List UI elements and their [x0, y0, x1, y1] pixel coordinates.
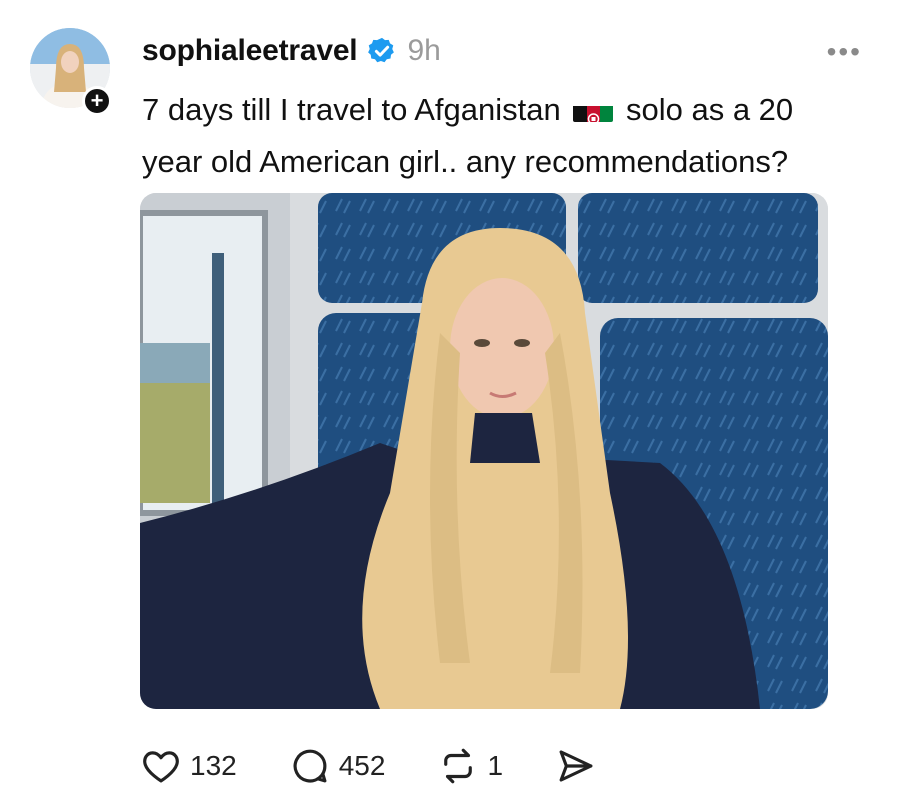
post-header: sophialeetravel 9h: [142, 30, 441, 72]
repost-icon: [444, 748, 473, 784]
afghanistan-flag-icon: [573, 96, 614, 122]
share-button[interactable]: [555, 745, 597, 787]
post-text-part-1: 7 days till I travel to Afganistan: [142, 92, 561, 127]
train-selfie-photo: [140, 193, 828, 709]
avatar-container[interactable]: +: [30, 28, 112, 116]
post-timestamp: 9h: [407, 34, 441, 67]
comment-button[interactable]: 452: [289, 745, 386, 787]
comment-count: 452: [338, 750, 386, 781]
repost-count: 1: [487, 750, 504, 781]
send-icon: [559, 750, 593, 782]
like-count: 132: [190, 750, 237, 781]
repost-button[interactable]: 1: [437, 745, 503, 787]
username[interactable]: sophialeetravel: [142, 34, 358, 68]
post-text: 7 days till I travel to Afganistan solo …: [142, 84, 862, 188]
heart-icon: [143, 751, 179, 783]
more-options-icon[interactable]: •••: [827, 36, 862, 68]
like-button[interactable]: 132: [140, 745, 237, 787]
plus-icon: +: [90, 88, 104, 113]
follow-button[interactable]: +: [82, 86, 112, 116]
action-bar: 132 452 1: [140, 740, 649, 792]
comment-icon: [293, 749, 327, 783]
post-image[interactable]: [140, 193, 828, 709]
verified-badge-icon: [368, 37, 395, 63]
